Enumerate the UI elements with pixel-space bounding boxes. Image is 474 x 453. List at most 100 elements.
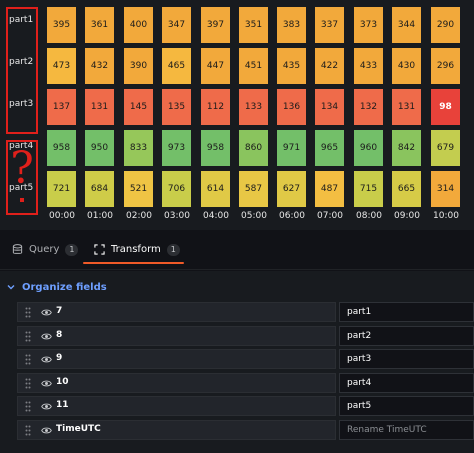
eye-icon[interactable] [41,379,52,388]
heatmap-cell: 447 [201,48,230,84]
heatmap-cell: 132 [354,89,383,125]
heatmap-cell: 451 [239,48,268,84]
heatmap-cell: 833 [124,130,153,166]
field-name: TimeUTC [56,424,101,434]
field-name: 9 [56,353,63,363]
heatmap-cell: 433 [354,48,383,84]
heatmap-cell: 965 [315,130,344,166]
heatmap-cell: 679 [431,130,460,166]
organize-fields-section: Organize fields 7 8 9 10 11 TimeUTC [0,271,474,453]
field-row: 8 [17,326,474,346]
heatmap-cell: 971 [277,130,306,166]
time-label: 00:00 [49,211,75,221]
time-label: 05:00 [241,211,267,221]
eye-icon[interactable] [41,308,52,317]
question-mark: ? [10,143,34,194]
time-label: 08:00 [356,211,382,221]
field-name-box: TimeUTC [17,420,336,440]
rename-input[interactable] [339,326,474,346]
heatmap-cell: 383 [277,7,306,43]
field-row: 10 [17,373,474,393]
time-label: 10:00 [433,211,459,221]
heatmap-cell: 430 [392,48,421,84]
time-label: 04:00 [203,211,229,221]
heatmap-cell: 134 [315,89,344,125]
time-label: 09:00 [394,211,420,221]
heatmap-cell: 521 [124,171,153,207]
field-name-box: 9 [17,349,336,369]
heatmap-cell: 715 [354,171,383,207]
heatmap-cell: 131 [392,89,421,125]
heatmap-cell: 435 [277,48,306,84]
drag-handle-icon[interactable] [25,378,31,389]
tab-transform-label: Transform [111,244,161,255]
heatmap-cell: 950 [85,130,114,166]
heatmap-cell: 133 [239,89,268,125]
heatmap-cell: 131 [85,89,114,125]
tab-query[interactable]: Query 1 [12,244,79,266]
eye-icon[interactable] [41,355,52,364]
heatmap-cell: 614 [201,171,230,207]
field-name: 7 [56,306,63,316]
drag-handle-icon[interactable] [25,354,31,365]
time-label: 03:00 [164,211,190,221]
heatmap-cell: 973 [162,130,191,166]
heatmap-cell: 135 [162,89,191,125]
tab-query-label: Query [29,244,60,255]
active-tab-indicator [83,262,184,264]
heatmap-cell: 627 [277,171,306,207]
chevron-down-icon [7,285,15,290]
rename-input[interactable] [339,302,474,322]
transform-icon [94,244,105,255]
heatmap-cell: 361 [85,7,114,43]
field-name: 10 [56,377,69,387]
eye-icon[interactable] [41,402,52,411]
heatmap-cell: 587 [239,171,268,207]
annotation-box-question: ? [6,140,38,215]
heatmap-cell: 145 [124,89,153,125]
heatmap-cell: 98 [431,89,460,125]
rename-input[interactable] [339,349,474,369]
organize-fields-header[interactable]: Organize fields [0,278,107,296]
field-row: 11 [17,396,474,416]
heatmap-cell: 337 [315,7,344,43]
time-label: 01:00 [87,211,113,221]
heatmap-cell: 487 [315,171,344,207]
field-name-box: 10 [17,373,336,393]
heatmap-cell: 665 [392,171,421,207]
heatmap-cell: 422 [315,48,344,84]
field-name-box: 11 [17,396,336,416]
heatmap-cell: 137 [47,89,76,125]
heatmap-cell: 465 [162,48,191,84]
heatmap-cell: 290 [431,7,460,43]
drag-handle-icon[interactable] [25,307,31,318]
question-mark-dot [20,198,24,202]
heatmap-cell: 395 [47,7,76,43]
heatmap-cell: 960 [354,130,383,166]
heatmap-cell: 958 [201,130,230,166]
drag-handle-icon[interactable] [25,331,31,342]
rename-input[interactable] [339,396,474,416]
rename-input[interactable] [339,373,474,393]
field-name-box: 7 [17,302,336,322]
field-name: 11 [56,400,69,410]
heatmap-cell: 347 [162,7,191,43]
field-row: 9 [17,349,474,369]
rename-input[interactable] [339,420,474,440]
eye-icon[interactable] [41,332,52,341]
heatmap-cell: 390 [124,48,153,84]
heatmap-cell: 397 [201,7,230,43]
time-label: 07:00 [317,211,343,221]
tab-query-count: 1 [65,244,79,256]
editor-tabs: Query 1 Transform 1 [0,230,474,270]
drag-handle-icon[interactable] [25,425,31,436]
field-row: TimeUTC [17,420,474,440]
eye-icon[interactable] [41,426,52,435]
heatmap-panel: part1 part2 part3 part4 part5 395 361 400 347 39… [0,0,474,230]
heatmap-cell: 684 [85,171,114,207]
tab-transform-count: 1 [166,244,180,256]
database-icon [12,244,23,254]
field-name-box: 8 [17,326,336,346]
field-row: 7 [17,302,474,322]
drag-handle-icon[interactable] [25,401,31,412]
